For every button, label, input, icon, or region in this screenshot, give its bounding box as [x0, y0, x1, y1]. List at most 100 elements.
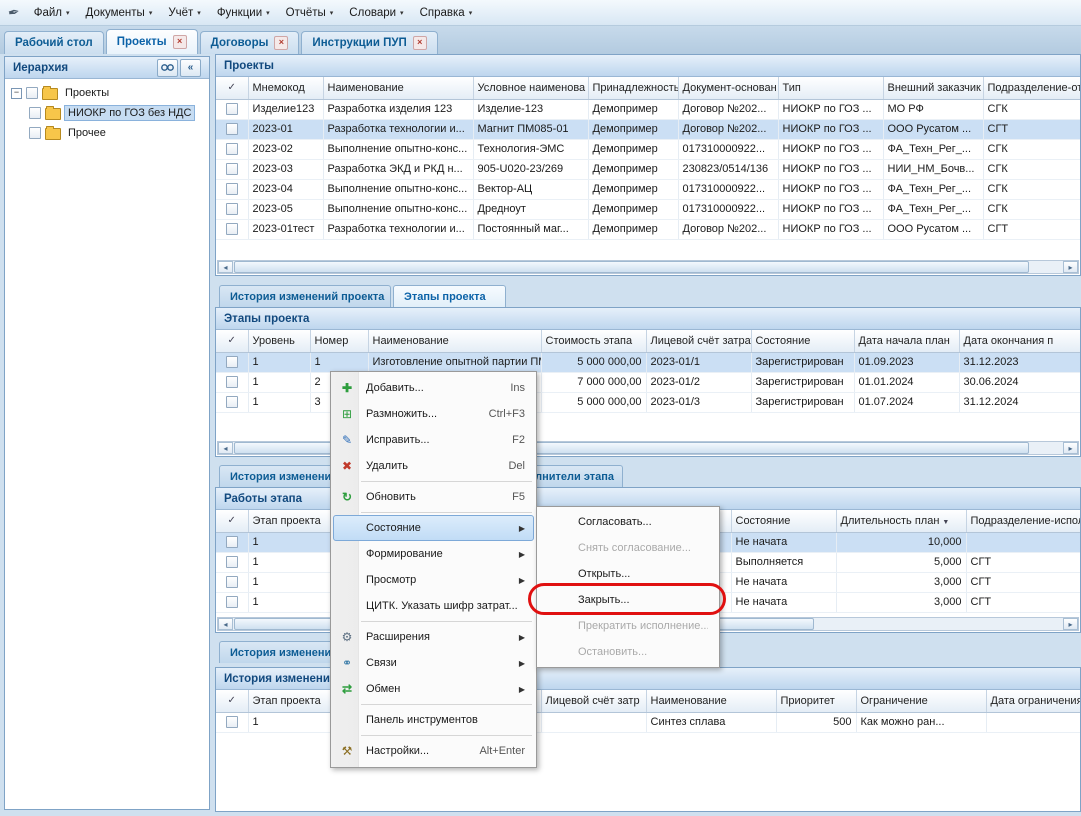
row-checkbox[interactable]: [226, 396, 238, 408]
menu-help[interactable]: Справка▾: [412, 4, 481, 22]
row-checkbox[interactable]: [226, 376, 238, 388]
row-checkbox[interactable]: [226, 223, 238, 235]
menu-item-duplicate[interactable]: ⊞Размножить...Ctrl+F3: [333, 401, 534, 427]
row-checkbox[interactable]: [226, 576, 238, 588]
table-row[interactable]: 2023-03Разработка ЭКД и РКД н...905-U020…: [216, 159, 1081, 179]
menu-item-edit[interactable]: ✎Исправить...F2: [333, 427, 534, 453]
menu-item-2[interactable]: Открыть...: [539, 561, 717, 587]
column-header[interactable]: Уровень: [248, 330, 310, 352]
menu-reports[interactable]: Отчёты▾: [278, 4, 342, 22]
close-icon[interactable]: ×: [173, 35, 187, 49]
menu-item-refresh[interactable]: ↻ОбновитьF5: [333, 484, 534, 510]
scroll-left-button[interactable]: ◂: [218, 618, 233, 630]
tree-checkbox[interactable]: [29, 127, 41, 139]
scroll-right-button[interactable]: ▸: [1063, 618, 1078, 630]
tree-checkbox[interactable]: [26, 87, 38, 99]
menu-documents[interactable]: Документы▾: [78, 4, 161, 22]
column-header[interactable]: Лицевой счёт затр: [541, 690, 646, 712]
row-checkbox[interactable]: [226, 716, 238, 728]
menu-item-16[interactable]: Панель инструментов: [333, 707, 534, 733]
tab-pup-instructions[interactable]: Инструкции ПУП×: [301, 31, 437, 54]
tab-desktop[interactable]: Рабочий стол: [4, 31, 104, 54]
tree-label[interactable]: Проекты: [62, 86, 112, 100]
select-all-header[interactable]: ✓: [216, 690, 248, 712]
close-icon[interactable]: ×: [413, 36, 427, 50]
table-row[interactable]: 2023-05Выполнение опытно-конс...Дредноут…: [216, 199, 1081, 219]
select-all-header[interactable]: ✓: [216, 510, 248, 532]
menu-item-exchange[interactable]: ⇄Обмен▶: [333, 676, 534, 702]
scroll-left-button[interactable]: ◂: [218, 442, 233, 454]
column-header[interactable]: Мнемокод: [248, 77, 323, 99]
column-header[interactable]: Дата ограничения: [986, 690, 1081, 712]
horizontal-scrollbar[interactable]: ◂ ▸: [217, 260, 1079, 274]
tree-checkbox[interactable]: [29, 107, 41, 119]
column-header[interactable]: Наименование: [646, 690, 776, 712]
menu-item-9[interactable]: Просмотр▶: [333, 567, 534, 593]
table-row[interactable]: 2023-04Выполнение опытно-конс...Вектор-А…: [216, 179, 1081, 199]
tree-item-niokr-goz[interactable]: НИОКР по ГОЗ без НДС: [7, 103, 207, 123]
column-header[interactable]: Принадлежность: [588, 77, 678, 99]
menu-item-3[interactable]: Закрыть...: [539, 587, 717, 613]
column-header[interactable]: Ограничение: [856, 690, 986, 712]
row-checkbox[interactable]: [226, 203, 238, 215]
menu-item-extensions[interactable]: ⚙Расширения▶: [333, 624, 534, 650]
row-checkbox[interactable]: [226, 183, 238, 195]
row-checkbox[interactable]: [226, 556, 238, 568]
column-header[interactable]: Приоритет: [776, 690, 856, 712]
row-checkbox[interactable]: [226, 536, 238, 548]
column-header[interactable]: Подразделение-исполн: [966, 510, 1081, 532]
table-row[interactable]: 2023-01Разработка технологии и...Магнит …: [216, 119, 1081, 139]
collapse-expander-icon[interactable]: −: [11, 88, 22, 99]
column-header[interactable]: Номер: [310, 330, 368, 352]
tree-label[interactable]: Прочее: [65, 126, 109, 140]
row-checkbox[interactable]: [226, 596, 238, 608]
column-header[interactable]: Наименование: [323, 77, 473, 99]
menu-file[interactable]: Файл▾: [26, 4, 78, 22]
tab-project-stages[interactable]: Этапы проекта: [393, 285, 506, 307]
column-header[interactable]: Длительность план▼: [836, 510, 966, 532]
menu-item-0[interactable]: Согласовать...: [539, 509, 717, 535]
scroll-left-button[interactable]: ◂: [218, 261, 233, 273]
menu-item-7[interactable]: Состояние▶: [333, 515, 534, 541]
scroll-thumb[interactable]: [234, 261, 1029, 273]
tree-item-other[interactable]: Прочее: [7, 123, 207, 143]
row-checkbox[interactable]: [226, 103, 238, 115]
column-header[interactable]: Лицевой счёт затрат: [646, 330, 751, 352]
menu-item-10[interactable]: ЦИТК. Указать шифр затрат...: [333, 593, 534, 619]
table-row[interactable]: 2023-02Выполнение опытно-конс...Технолог…: [216, 139, 1081, 159]
menu-accounting[interactable]: Учёт▾: [160, 4, 208, 22]
column-header[interactable]: Дата начала план: [854, 330, 959, 352]
menu-item-links[interactable]: ⚭Связи▶: [333, 650, 534, 676]
column-header[interactable]: Внешний заказчик: [883, 77, 983, 99]
table-row[interactable]: Изделие123Разработка изделия 123Изделие-…: [216, 99, 1081, 119]
menu-item-add[interactable]: ✚Добавить...Ins: [333, 375, 534, 401]
collapse-sidebar-button[interactable]: «: [180, 59, 201, 77]
select-all-header[interactable]: ✓: [216, 77, 248, 99]
column-header[interactable]: Стоимость этапа: [541, 330, 646, 352]
column-header[interactable]: Документ-основан: [678, 77, 778, 99]
search-hierarchy-button[interactable]: [157, 59, 178, 77]
scroll-track[interactable]: [234, 261, 1062, 273]
menu-item-8[interactable]: Формирование▶: [333, 541, 534, 567]
table-row[interactable]: 11Изготовление опытной партии ПМ0...5 00…: [216, 352, 1081, 372]
row-checkbox[interactable]: [226, 143, 238, 155]
close-icon[interactable]: ×: [274, 36, 288, 50]
row-checkbox[interactable]: [226, 163, 238, 175]
tree-item-projects[interactable]: − Проекты: [7, 83, 207, 103]
menu-item-delete[interactable]: ✖УдалитьDel: [333, 453, 534, 479]
row-checkbox[interactable]: [226, 123, 238, 135]
column-header[interactable]: Наименование: [368, 330, 541, 352]
table-row[interactable]: 2023-01тестРазработка технологии и...Пос…: [216, 219, 1081, 239]
column-header[interactable]: Состояние: [751, 330, 854, 352]
select-all-header[interactable]: ✓: [216, 330, 248, 352]
menu-dictionaries[interactable]: Словари▾: [341, 4, 411, 22]
column-header[interactable]: Условное наименова: [473, 77, 588, 99]
column-header[interactable]: Дата окончания п: [959, 330, 1081, 352]
column-header[interactable]: Состояние: [731, 510, 836, 532]
tree-label[interactable]: НИОКР по ГОЗ без НДС: [65, 106, 194, 120]
column-header[interactable]: Подразделение-от: [983, 77, 1081, 99]
tab-contracts[interactable]: Договоры×: [200, 31, 300, 54]
row-checkbox[interactable]: [226, 356, 238, 368]
tab-project-history[interactable]: История изменений проекта: [219, 285, 391, 307]
menu-item-settings[interactable]: ⚒Настройки...Alt+Enter: [333, 738, 534, 764]
